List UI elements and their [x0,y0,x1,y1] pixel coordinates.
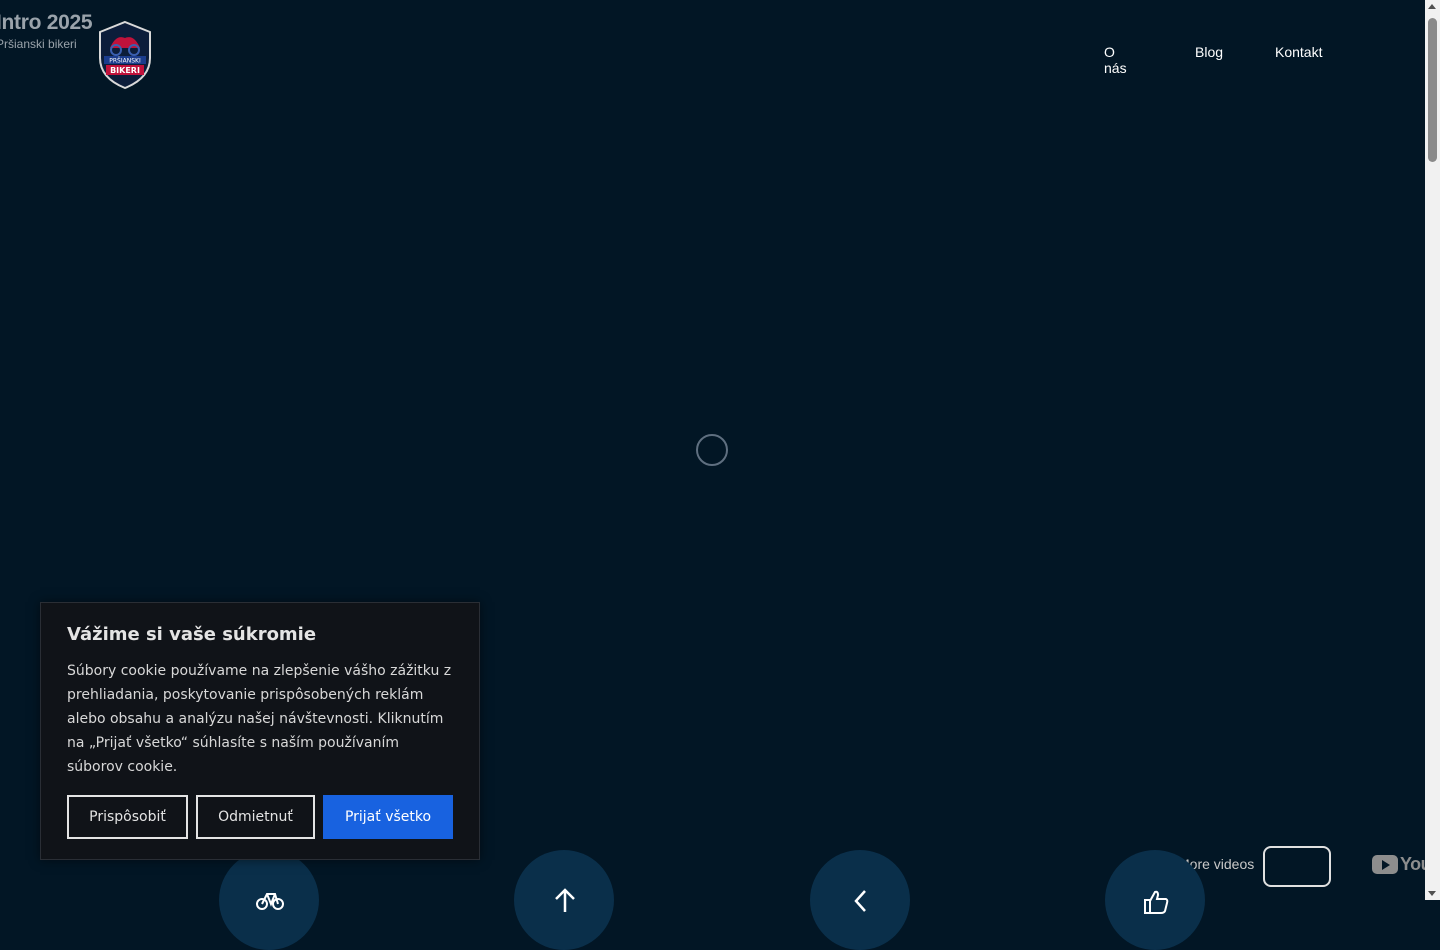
page-scrollbar[interactable] [1425,0,1440,900]
cookie-description: Súbory cookie používame na zlepšenie váš… [67,663,452,775]
youtube-play-icon [1372,855,1398,874]
site-logo[interactable]: PRŠIANSKI BIKERI [96,20,154,90]
more-videos-toggle[interactable] [1263,846,1331,887]
nav-contact[interactable]: Kontakt [1275,44,1322,60]
cookie-consent-banner: Vážime si vaše súkromie Súbory cookie po… [40,602,480,860]
reject-button[interactable]: Odmietnuť [196,795,315,839]
nav-about[interactable]: O nás [1104,44,1127,76]
accept-all-button[interactable]: Prijať všetko [323,795,453,839]
video-channel-name[interactable]: Pršianski bikeri [0,37,92,51]
scroll-up-arrow-icon[interactable] [1428,4,1436,9]
bike-feature-circle [219,850,319,950]
scroll-down-arrow-icon[interactable] [1428,891,1436,896]
loading-spinner [696,434,728,466]
logo-text-top: PRŠIANSKI [109,58,141,65]
customize-button[interactable]: Prispôsobiť [67,795,188,839]
cookie-title: Vážime si vaše súkromie [67,624,317,645]
logo-text-bottom: BIKERI [110,66,140,75]
back-feature-circle [810,850,910,950]
thumbs-up-icon [1144,890,1169,914]
bicycle-icon [256,893,284,910]
scrollbar-thumb[interactable] [1428,18,1437,162]
upload-feature-circle [514,850,614,950]
arrow-up-icon [555,888,575,912]
video-title-block[interactable]: Intro 2025 Pršianski bikeri [0,10,93,51]
nav-blog[interactable]: Blog [1195,44,1223,60]
like-feature-circle [1105,850,1205,950]
chevron-left-icon [854,890,866,912]
video-title[interactable]: Intro 2025 [0,10,93,36]
